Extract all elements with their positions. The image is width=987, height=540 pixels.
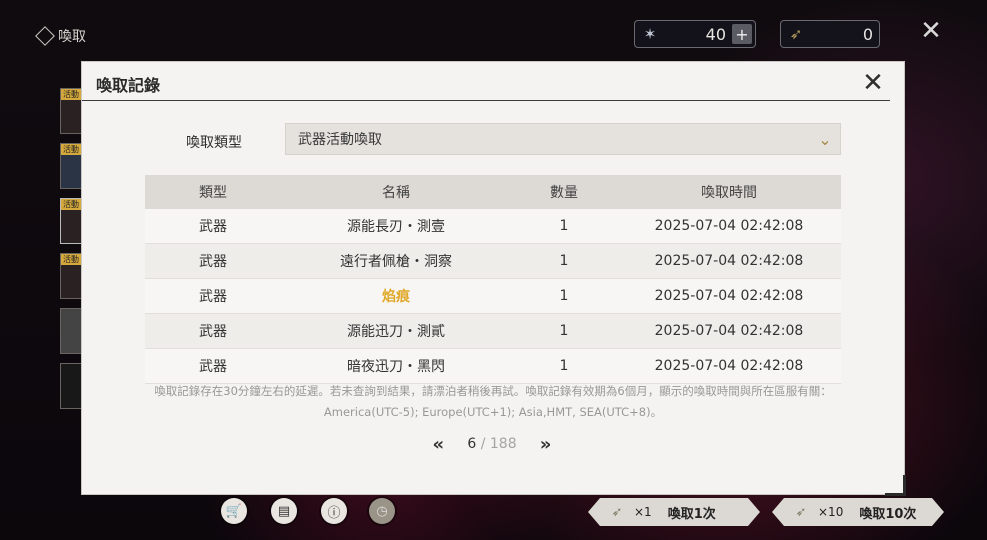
col-type: 類型: [145, 175, 281, 209]
tide-counter: ➶ 0: [780, 20, 880, 48]
weapon-tide-icon: ➶: [795, 504, 807, 520]
table-row: 武器 焰痕 1 2025-07-04 02:42:08: [145, 278, 841, 314]
row-qty: 1: [511, 243, 617, 279]
modal-title: 喚取記錄: [96, 76, 161, 95]
col-qty: 數量: [511, 175, 617, 209]
row-qty: 1: [511, 209, 617, 244]
shop-cart-button[interactable]: 🛒: [221, 498, 247, 524]
col-name: 名稱: [281, 175, 511, 209]
history-button[interactable]: ◷: [369, 498, 395, 524]
astrite-counter: ✶ 40 +: [634, 20, 756, 48]
row-type: 武器: [145, 313, 281, 349]
row-qty: 1: [511, 278, 617, 314]
modal-close-icon[interactable]: ✕: [860, 70, 886, 96]
delay-notice: 喚取記錄存在30分鐘左右的延遲。若未查詢到結果，請漂泊者稍後再試。喚取記錄有效期…: [142, 381, 844, 423]
notice-line-1: 喚取記錄存在30分鐘左右的延遲。若未查詢到結果，請漂泊者稍後再試。喚取記錄有效期…: [154, 384, 832, 398]
table-row: 武器 暗夜迅刀・黑閃 1 2025-07-04 02:42:08: [145, 348, 841, 384]
page-total: / 188: [480, 436, 517, 452]
tide-value: 0: [862, 24, 873, 44]
info-button[interactable]: ⓘ: [321, 498, 347, 524]
pagination: « 6 / 188 »: [402, 432, 582, 456]
convene-once-button[interactable]: ➶ ×1 喚取1次: [588, 498, 760, 526]
clock-icon: ◷: [376, 503, 388, 519]
table-row: 武器 源能迅刀・測貳 1 2025-07-04 02:42:08: [145, 313, 841, 349]
pull10-cost: ×10: [818, 505, 844, 519]
row-type: 武器: [145, 243, 281, 279]
page-title-text: 喚取: [58, 29, 86, 45]
row-qty: 1: [511, 313, 617, 349]
star-icon: ✶: [643, 25, 657, 43]
row-name: 暗夜迅刀・黑閃: [281, 348, 511, 384]
next-page-icon[interactable]: »: [531, 434, 561, 455]
banner-tag: 活動: [61, 254, 81, 265]
convene-icon: [35, 26, 55, 46]
chevron-down-icon: ⌄: [818, 129, 832, 149]
prev-page-icon[interactable]: «: [423, 434, 453, 455]
info-icon: ⓘ: [327, 505, 341, 521]
table-row: 武器 遠行者佩槍・洞察 1 2025-07-04 02:42:08: [145, 243, 841, 279]
close-icon[interactable]: ✕: [918, 18, 944, 44]
document-icon: ▤: [277, 503, 291, 519]
convene-type-label: 喚取類型: [186, 135, 242, 151]
row-time: 2025-07-04 02:42:08: [617, 243, 841, 279]
notice-line-2: America(UTC-5); Europe(UTC+1); Asia,HMT,…: [323, 405, 663, 419]
convene-type-select[interactable]: 武器活動喚取 ⌄: [285, 123, 841, 155]
pull1-label: 喚取1次: [667, 506, 716, 522]
title-divider: [82, 100, 890, 101]
add-currency-button[interactable]: +: [732, 24, 752, 44]
row-qty: 1: [511, 348, 617, 384]
pull10-label: 喚取10次: [859, 506, 917, 522]
row-type: 武器: [145, 209, 281, 244]
row-time: 2025-07-04 02:42:08: [617, 313, 841, 349]
row-name: 遠行者佩槍・洞察: [281, 243, 511, 279]
col-time: 喚取時間: [617, 175, 841, 209]
weapon-tide-icon: ➶: [789, 25, 803, 43]
convene-ten-button[interactable]: ➶ ×10 喚取10次: [772, 498, 944, 526]
banner-tag: 活動: [61, 144, 81, 155]
page-title: 喚取: [35, 26, 86, 46]
weapon-tide-icon: ➶: [611, 504, 623, 520]
table-row: 武器 源能長刃・測壹 1 2025-07-04 02:42:08: [145, 209, 841, 244]
pull1-cost: ×1: [634, 505, 652, 519]
row-type: 武器: [145, 348, 281, 384]
row-time: 2025-07-04 02:42:08: [617, 209, 841, 244]
details-button[interactable]: ▤: [271, 498, 297, 524]
row-name: 源能迅刀・測貳: [281, 313, 511, 349]
table-header: 類型 名稱 數量 喚取時間: [145, 175, 841, 209]
row-time: 2025-07-04 02:42:08: [617, 278, 841, 314]
row-name-highlight: 焰痕: [281, 278, 511, 314]
page-current: 6: [467, 436, 477, 452]
astrite-value: 40: [705, 24, 726, 44]
row-type: 武器: [145, 278, 281, 314]
page-indicator: 6 / 188: [467, 436, 516, 452]
banner-tag: 活動: [61, 199, 81, 210]
row-time: 2025-07-04 02:42:08: [617, 348, 841, 384]
cart-icon: 🛒: [225, 503, 243, 519]
banner-tag: 活動: [61, 89, 81, 100]
convene-type-value: 武器活動喚取: [298, 132, 382, 148]
history-table: 類型 名稱 數量 喚取時間 武器 源能長刃・測壹 1 2025-07-04 02…: [145, 175, 841, 384]
convene-history-modal: 喚取記錄 ✕ 喚取類型 武器活動喚取 ⌄ 類型 名稱 數量 喚取時間 武器 源能…: [82, 62, 906, 496]
row-name: 源能長刃・測壹: [281, 209, 511, 244]
